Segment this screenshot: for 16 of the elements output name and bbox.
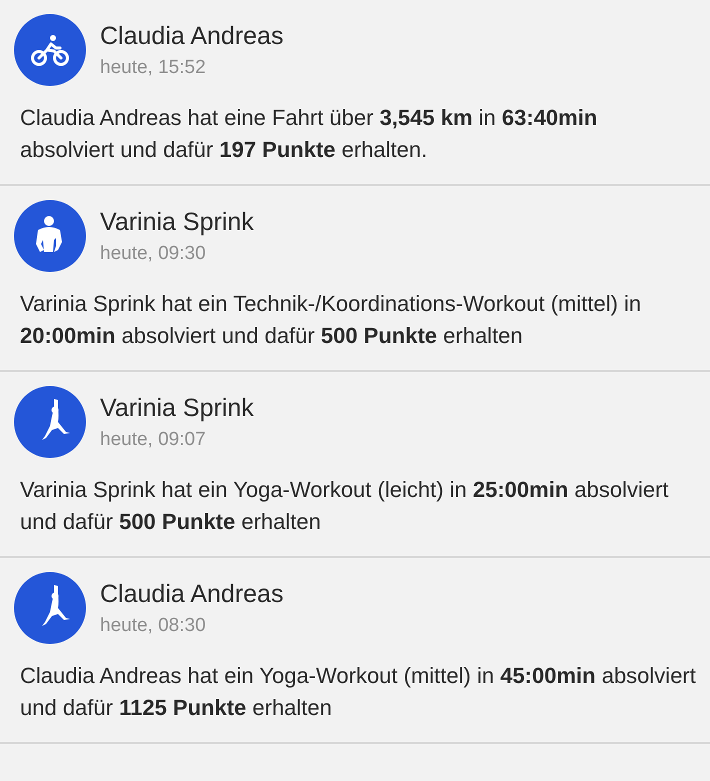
activity-message: Varinia Sprink hat ein Technik-/Koordinations-Workout (mittel) in 20:00min absolviert und dafür 500 Punkte erhalten bbox=[20, 290, 642, 350]
yoga-avatar-icon bbox=[14, 572, 86, 644]
activity-message: Claudia Andreas hat eine Fahrt über 3,545 km in 63:40min absolviert und dafür 197 Punkte erhalten. bbox=[20, 104, 598, 164]
user-name: Varinia Sprink bbox=[100, 208, 254, 236]
user-name: Claudia Andreas bbox=[100, 580, 284, 608]
timestamp: heute, 15:52 bbox=[100, 56, 207, 78]
user-name: Claudia Andreas bbox=[100, 22, 284, 50]
timestamp: heute, 09:30 bbox=[100, 242, 207, 264]
athlete-avatar-icon bbox=[14, 200, 86, 272]
yoga-avatar-icon bbox=[14, 386, 86, 458]
timestamp: heute, 08:30 bbox=[100, 614, 207, 636]
cyclist-avatar-icon bbox=[14, 14, 86, 86]
activity-message: Varinia Sprink hat ein Yoga-Workout (leicht) in 25:00min absolviert und dafür 500 Punkte erhalten bbox=[20, 476, 670, 536]
activity-message: Claudia Andreas hat ein Yoga-Workout (mittel) in 45:00min absolviert und dafür 1125 Punkte erhalten bbox=[20, 662, 696, 722]
timestamp: heute, 09:07 bbox=[100, 428, 207, 450]
user-name: Varinia Sprink bbox=[100, 394, 254, 422]
